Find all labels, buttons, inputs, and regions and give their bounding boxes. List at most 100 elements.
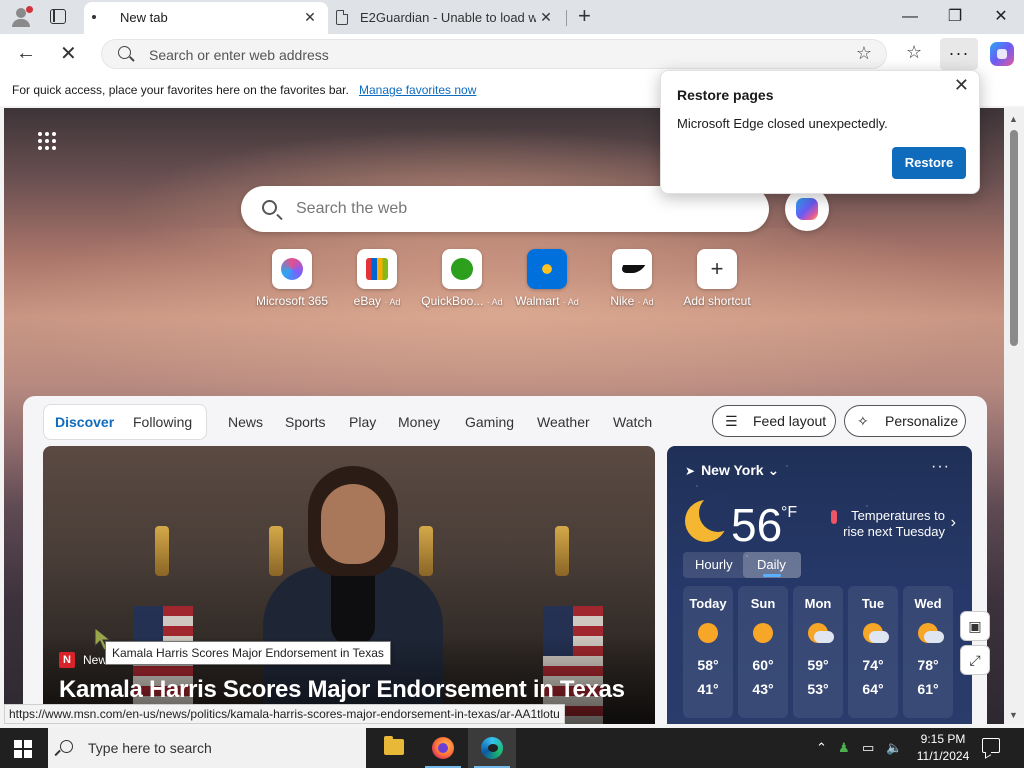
day-name: Wed [914, 596, 942, 611]
moon-icon [685, 494, 737, 542]
nike-icon [618, 265, 646, 273]
daily-option[interactable]: Daily [757, 557, 786, 572]
network-user-icon[interactable]: ♟ [838, 740, 850, 756]
favorite-star-icon[interactable]: ☆ [856, 43, 872, 64]
chevron-down-icon: ⌄ [767, 462, 780, 478]
expand-icon[interactable]: ⤢ [960, 645, 990, 675]
tab-watch[interactable]: Watch [613, 414, 652, 430]
address-bar[interactable]: Search or enter web address ☆ [101, 39, 887, 69]
restore-button[interactable]: Restore [892, 147, 966, 179]
feed-layout-button[interactable]: ☰ Feed layout [712, 405, 836, 437]
status-bar-url: https://www.msn.com/en-us/news/politics/… [4, 704, 565, 724]
tab-weather[interactable]: Weather [537, 414, 590, 430]
plus-icon: + [697, 249, 737, 289]
manage-favorites-link[interactable]: Manage favorites now [359, 83, 476, 97]
dialog-message: Microsoft Edge closed unexpectedly. [677, 116, 888, 131]
news-headline[interactable]: Kamala Harris Scores Major Endorsement i… [59, 676, 625, 704]
more-options-icon[interactable]: ··· [931, 458, 950, 476]
sun-icon [698, 623, 718, 643]
forecast-day[interactable]: Tue 74° 64° [848, 586, 898, 718]
web-search-input[interactable]: Search the web [296, 200, 407, 218]
tab-news[interactable]: News [228, 414, 263, 430]
close-icon[interactable]: ✕ [954, 75, 969, 96]
scroll-thumb[interactable] [1010, 130, 1018, 346]
folder-icon [384, 736, 404, 755]
ebay-icon [366, 258, 388, 280]
wallpaper-icon[interactable]: ▣ [960, 611, 990, 641]
back-button[interactable]: ← [16, 42, 36, 65]
forecast-day[interactable]: Today 58° 41° [683, 586, 733, 718]
network-icon[interactable]: ▭ [862, 740, 874, 756]
shortcut-label: Walmart [515, 294, 560, 308]
address-input[interactable]: Search or enter web address [149, 47, 329, 63]
tab-new-tab[interactable]: New tab ✕ [84, 2, 328, 34]
ad-badge: · Ad [637, 297, 654, 307]
edge-button[interactable] [468, 728, 516, 768]
firefox-button[interactable] [419, 728, 467, 768]
hero-news-card[interactable]: N Newsweek · 1h Kamala Harris Scores Maj… [43, 446, 655, 724]
page-scrollbar[interactable]: ▲ ▼ [1004, 108, 1024, 724]
current-temperature: 56 [731, 499, 783, 551]
settings-more-button[interactable]: ··· [940, 38, 978, 70]
taskbar-search-box[interactable]: Type here to search [48, 728, 366, 768]
search-icon [118, 46, 131, 59]
close-window-button[interactable]: ✕ [978, 4, 1024, 30]
stop-loading-button[interactable]: ✕ [60, 41, 77, 66]
forecast-day[interactable]: Mon 59° 53° [793, 586, 843, 718]
day-name: Today [689, 596, 727, 611]
new-tab-button[interactable]: + [578, 3, 591, 29]
weather-note[interactable]: Temperatures to rise next Tuesday [831, 508, 945, 540]
tab-title: New tab [120, 10, 168, 25]
show-hidden-icons-chevron-icon[interactable]: ⌃ [816, 740, 827, 756]
tab-play[interactable]: Play [349, 414, 376, 430]
weather-card[interactable]: ➤ New York ⌄ ··· 56 °F Temperatures to ri… [667, 446, 972, 724]
weather-location[interactable]: ➤ New York ⌄ [685, 462, 779, 479]
shortcut-walmart[interactable]: Walmart · Ad [505, 249, 589, 308]
tab-e2guardian[interactable]: E2Guardian - Unable to load web page ✕ [328, 2, 564, 34]
tab-sports[interactable]: Sports [285, 414, 325, 430]
ad-badge: · Ad [384, 297, 401, 307]
tab-close-icon[interactable]: ✕ [302, 9, 318, 26]
windows-start-icon[interactable] [14, 740, 32, 758]
favorites-icon[interactable]: ☆ [906, 42, 922, 63]
tab-money[interactable]: Money [398, 414, 440, 430]
shortcut-microsoft-365[interactable]: Microsoft 365 [250, 249, 334, 308]
quickbooks-icon [451, 258, 473, 280]
shortcut-nike[interactable]: Nike · Ad [590, 249, 674, 308]
minimize-button[interactable]: — [887, 4, 933, 30]
microsoft-365-icon [281, 258, 303, 280]
scroll-up-arrow[interactable]: ▲ [1009, 114, 1018, 124]
location-arrow-icon: ➤ [685, 464, 696, 478]
high-temp: 58° [697, 657, 719, 673]
profile-icon[interactable] [8, 6, 34, 28]
personalize-button[interactable]: ✧ Personalize [844, 405, 966, 437]
tab-discover[interactable]: Discover [55, 414, 114, 430]
weather-note-text: Temperatures to rise next Tuesday [843, 508, 945, 539]
copilot-icon[interactable] [990, 42, 1014, 66]
taskbar-search-input[interactable]: Type here to search [88, 740, 212, 756]
scroll-down-arrow[interactable]: ▼ [1009, 710, 1018, 720]
maximize-button[interactable]: ❐ [932, 4, 978, 30]
thermometer-icon [831, 510, 837, 524]
tab-title: E2Guardian - Unable to load web page [360, 10, 536, 25]
tab-actions-icon[interactable] [50, 9, 66, 24]
sconce-image [555, 526, 569, 576]
forecast-day[interactable]: Sun 60° 43° [738, 586, 788, 718]
tab-gaming[interactable]: Gaming [465, 414, 514, 430]
volume-icon[interactable]: 🔈 [886, 740, 902, 756]
tab-following[interactable]: Following [133, 414, 192, 430]
temperature-unit: °F [781, 504, 798, 521]
system-clock[interactable]: 9:15 PM 11/1/2024 [912, 731, 974, 765]
hourly-option[interactable]: Hourly [695, 557, 733, 572]
shortcut-quickbooks[interactable]: QuickBoo... · Ad [420, 249, 504, 308]
chevron-right-icon[interactable]: › [951, 514, 956, 532]
forecast-day[interactable]: Wed 78° 61° [903, 586, 953, 718]
app-launcher-icon[interactable] [38, 132, 58, 152]
tab-close-icon[interactable]: ✕ [538, 9, 554, 26]
firefox-icon [432, 737, 454, 759]
add-shortcut-button[interactable]: + Add shortcut [675, 249, 759, 308]
shortcut-ebay[interactable]: eBay · Ad [335, 249, 419, 308]
notification-center-icon[interactable] [982, 738, 1000, 753]
windows-taskbar: Type here to search ⌃ ♟ ▭ 🔈 9:15 PM 11/1… [0, 728, 1024, 768]
file-explorer-button[interactable] [370, 728, 418, 768]
